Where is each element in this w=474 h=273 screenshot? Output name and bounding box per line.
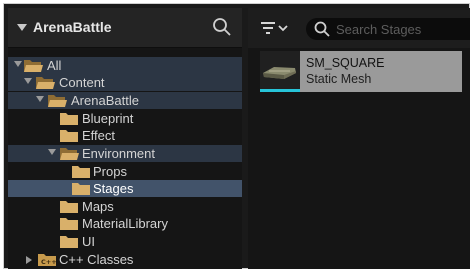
- sources-header[interactable]: ArenaBattle: [8, 8, 242, 48]
- folder-icon: [59, 128, 79, 143]
- expand-arrow-icon[interactable]: [26, 256, 32, 264]
- tree-item-label: Content: [59, 75, 105, 90]
- asset-type: Static Mesh: [306, 72, 372, 86]
- tree-item-label: Blueprint: [82, 111, 134, 126]
- tree-item-label: All: [47, 58, 62, 73]
- filter-icon[interactable]: [260, 21, 290, 37]
- tree-item-props[interactable]: Props: [8, 163, 242, 180]
- search-icon[interactable]: [212, 17, 232, 37]
- tree-item-label: C++ Classes: [59, 252, 134, 267]
- tree-item-ui[interactable]: UI: [8, 233, 242, 250]
- asset-toolbar: [248, 8, 470, 48]
- folder-icon: [59, 199, 79, 214]
- tree-item-maps[interactable]: Maps: [8, 198, 242, 215]
- folder-icon: [71, 181, 91, 196]
- tree-item-label: UI: [82, 234, 95, 249]
- tree-item-label: Maps: [82, 199, 114, 214]
- folder-icon: [71, 164, 91, 179]
- tree-item-label: Props: [93, 164, 127, 179]
- folder-icon: [59, 216, 79, 231]
- mesh-thumbnail: [260, 51, 300, 89]
- tree-item-label: Stages: [93, 181, 134, 196]
- expand-arrow-icon[interactable]: [24, 78, 32, 84]
- search-icon: [314, 21, 330, 37]
- search-box[interactable]: [306, 18, 470, 40]
- folder-icon: [59, 234, 79, 249]
- tree-item-content[interactable]: Content: [8, 74, 242, 91]
- asset-type-bar: [260, 89, 300, 92]
- tree-item-all[interactable]: All: [8, 57, 242, 74]
- tree-item-effect[interactable]: Effect: [8, 127, 242, 144]
- collapse-arrow-icon[interactable]: [17, 24, 27, 31]
- tree-item-stages[interactable]: Stages: [8, 180, 242, 197]
- search-input[interactable]: [336, 20, 466, 38]
- tree-item-label: Environment: [82, 146, 155, 161]
- expand-arrow-icon[interactable]: [36, 96, 44, 102]
- open-folder-icon: [47, 93, 67, 108]
- expand-arrow-icon[interactable]: [48, 149, 56, 155]
- cpp-folder-icon: C++: [37, 252, 57, 267]
- open-folder-icon: [23, 58, 43, 73]
- expand-arrow-icon[interactable]: [14, 61, 22, 67]
- asset-tile[interactable]: SM_SQUARE Static Mesh: [260, 51, 462, 92]
- sources-title: ArenaBattle: [33, 19, 112, 35]
- open-folder-icon: [59, 146, 79, 161]
- svg-text:C++: C++: [41, 258, 57, 266]
- asset-panel: SM_SQUARE Static Mesh: [248, 8, 470, 269]
- open-folder-icon: [35, 75, 55, 90]
- tree-item-label: MaterialLibrary: [82, 216, 168, 231]
- tree-item-blueprint[interactable]: Blueprint: [8, 110, 242, 127]
- content-browser-window: ArenaBattle All Content ArenaBattle Blue…: [3, 3, 470, 269]
- tree-item-label: ArenaBattle: [71, 93, 139, 108]
- tree-item-cpp-classes[interactable]: C++ C++ Classes: [8, 251, 242, 268]
- tree-item-arenabattle[interactable]: ArenaBattle: [8, 92, 242, 109]
- asset-name: SM_SQUARE: [306, 56, 385, 70]
- sources-panel: ArenaBattle All Content ArenaBattle Blue…: [8, 8, 242, 269]
- tree-item-label: Effect: [82, 128, 116, 143]
- tree-item-environment[interactable]: Environment: [8, 145, 242, 162]
- folder-icon: [59, 111, 79, 126]
- tree-item-materiallibrary[interactable]: MaterialLibrary: [8, 215, 242, 232]
